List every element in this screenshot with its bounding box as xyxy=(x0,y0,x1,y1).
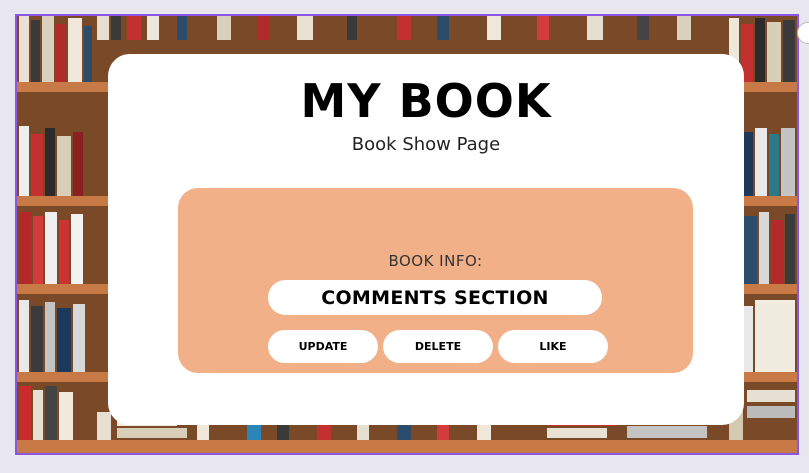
page-title: MY BOOK xyxy=(300,74,552,128)
update-button[interactable]: UPDATE xyxy=(268,330,378,363)
page-frame: MY BOOK Book Show Page BOOK INFO: COMMEN… xyxy=(15,14,799,455)
page-subtitle: Book Show Page xyxy=(351,134,501,155)
book-info-label: BOOK INFO: xyxy=(388,252,483,270)
book-card: MY BOOK Book Show Page BOOK INFO: COMMEN… xyxy=(108,54,744,425)
delete-button[interactable]: DELETE xyxy=(383,330,493,363)
book-info-panel: BOOK INFO: COMMENTS SECTION UPDATE DELET… xyxy=(178,188,693,373)
like-button[interactable]: LIKE xyxy=(498,330,608,363)
comments-section[interactable]: COMMENTS SECTION xyxy=(268,280,602,315)
